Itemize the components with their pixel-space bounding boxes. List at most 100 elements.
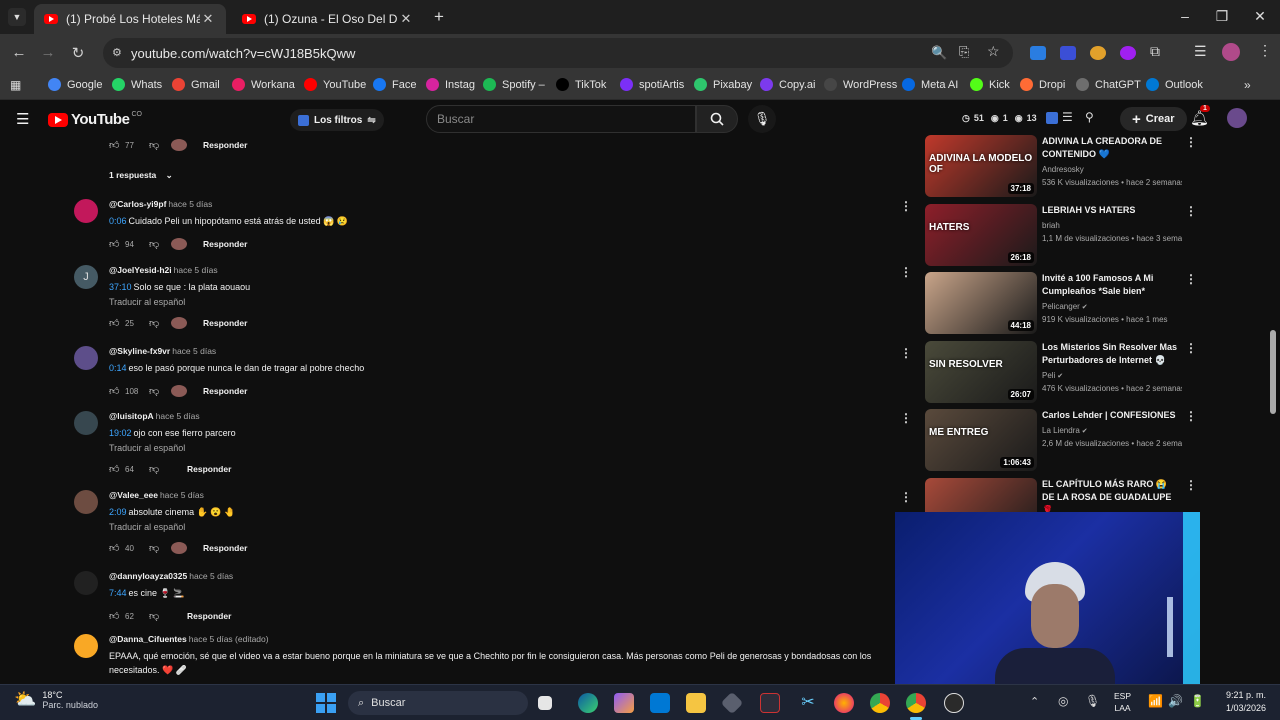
video-menu-icon[interactable]: ⋮ xyxy=(1185,478,1197,492)
translate-link[interactable]: Traducir al español xyxy=(109,297,899,307)
comment-author[interactable]: @Danna_Cifuentes xyxy=(109,634,187,644)
dislike-icon[interactable]: 👎︎ xyxy=(149,139,163,151)
restore-icon[interactable]: ❐ xyxy=(1212,8,1232,25)
comment-menu-icon[interactable]: ⋮ xyxy=(900,411,912,425)
translate-link[interactable]: Traducir al español xyxy=(109,522,899,532)
taskbar-search[interactable]: ⌕ Buscar xyxy=(348,691,528,715)
comment-author[interactable]: @Carlos-yi9pf xyxy=(109,199,166,209)
bookmark-item[interactable]: Face xyxy=(373,78,416,91)
video-thumbnail[interactable]: ADIVINA LA MODELO OF 37:18 xyxy=(925,135,1037,197)
account-avatar[interactable] xyxy=(1227,108,1247,128)
hamburger-menu-icon[interactable]: ☰ xyxy=(16,110,29,128)
related-video[interactable]: ADIVINA LA MODELO OF 37:18 ADIVINA LA CREA… xyxy=(925,135,1200,197)
comment-menu-icon[interactable]: ⋮ xyxy=(900,346,912,360)
comment-timestamp-link[interactable]: 19:02 xyxy=(109,428,132,438)
replies-toggle[interactable]: 1 respuesta ⌄ xyxy=(109,170,173,181)
bookmark-item[interactable]: spotiArtis xyxy=(620,78,684,91)
browser-tab-active[interactable]: (1) Probé Los Hoteles Más Raro ✕ xyxy=(34,4,226,34)
video-title[interactable]: ADIVINA LA CREADORA DE CONTENIDO 💙 xyxy=(1042,135,1182,161)
video-title[interactable]: Invité a 100 Famosos A Mi Cumpleaños *Sa… xyxy=(1042,272,1182,298)
related-video[interactable]: ME ENTREG 1:06:43 Carlos Lehder | CONFESIO… xyxy=(925,409,1200,471)
edge-icon[interactable] xyxy=(578,693,598,713)
comment-avatar[interactable] xyxy=(74,411,98,435)
back-icon[interactable]: ← xyxy=(9,44,29,61)
comment-avatar[interactable] xyxy=(74,571,98,595)
list-icon[interactable]: ☰ xyxy=(1062,110,1073,124)
video-title[interactable]: LEBRIAH VS HATERS xyxy=(1042,204,1182,217)
translate-link[interactable]: Traducir al español xyxy=(109,443,899,453)
weather-widget[interactable]: ⛅ 18°C Parc. nublado xyxy=(14,689,98,710)
comment-avatar[interactable] xyxy=(74,490,98,514)
apps-grid-icon[interactable]: ▦ xyxy=(10,78,21,92)
filters-button[interactable]: Los filtros ⇋ xyxy=(290,109,384,131)
video-menu-icon[interactable]: ⋮ xyxy=(1185,409,1197,423)
video-channel[interactable]: Peli ✔ xyxy=(1042,371,1182,380)
comment-time[interactable]: hace 5 días xyxy=(189,571,233,581)
comment-time[interactable]: hace 5 días (editado) xyxy=(189,634,269,644)
bookmark-star-icon[interactable]: ☆ xyxy=(987,43,1000,60)
start-button[interactable] xyxy=(316,693,336,713)
video-thumbnail[interactable]: ME ENTREG 1:06:43 xyxy=(925,409,1037,471)
comment-menu-icon[interactable]: ⋮ xyxy=(900,265,912,279)
like-icon[interactable]: 👍︎ xyxy=(109,238,121,250)
bookmark-item[interactable]: Workana xyxy=(232,78,295,91)
site-info-icon[interactable]: ⚙ xyxy=(112,46,122,59)
chrome-active-icon[interactable] xyxy=(906,693,926,713)
extension-icon[interactable] xyxy=(1060,46,1076,60)
comment-avatar[interactable] xyxy=(74,346,98,370)
comment-timestamp-link[interactable]: 2:09 xyxy=(109,507,127,517)
show-hidden-icons[interactable]: ⌃ xyxy=(1030,695,1039,708)
youtube-logo[interactable]: YouTube CO xyxy=(48,111,142,128)
notifications-button[interactable]: 🔔︎ 1 xyxy=(1190,105,1210,127)
reply-button[interactable]: Responder xyxy=(203,318,247,328)
bookmark-item[interactable]: WordPress xyxy=(824,78,897,91)
extension-icon[interactable] xyxy=(1090,46,1106,60)
video-channel[interactable]: briah xyxy=(1042,221,1182,230)
dislike-icon[interactable]: 👎︎ xyxy=(149,238,163,250)
close-tab-icon[interactable]: ✕ xyxy=(398,11,414,27)
snipping-tool-icon[interactable]: ✂ xyxy=(798,693,818,713)
task-view-icon[interactable] xyxy=(538,696,552,710)
battery-icon[interactable]: 🔋 xyxy=(1190,694,1205,708)
pin-icon[interactable]: ⚲ xyxy=(1085,110,1094,124)
bookmark-item[interactable]: Google xyxy=(48,78,102,91)
install-icon[interactable]: ⎘ xyxy=(959,44,969,60)
video-channel[interactable]: La Liendra ✔ xyxy=(1042,426,1182,435)
bookmark-item[interactable]: Instag xyxy=(426,78,475,91)
bookmark-item[interactable]: Gmail xyxy=(172,78,220,91)
chrome-icon[interactable] xyxy=(870,693,890,713)
reply-button[interactable]: Responder xyxy=(187,464,231,474)
comment-author[interactable]: @Skyline-fx9vr xyxy=(109,346,170,356)
like-icon[interactable]: 👍︎ xyxy=(109,317,121,329)
extension-icon[interactable] xyxy=(1120,46,1136,60)
comment-avatar[interactable] xyxy=(74,199,98,223)
extension-icon[interactable] xyxy=(1030,46,1046,60)
comment-timestamp-link[interactable]: 0:14 xyxy=(109,363,127,373)
extension-icon[interactable] xyxy=(1046,112,1058,124)
related-video[interactable]: SIN RESOLVER 26:07 Los Misterios Sin Resol… xyxy=(925,341,1200,403)
bookmark-item[interactable]: Outlook xyxy=(1146,78,1203,91)
create-button[interactable]: + Crear xyxy=(1120,107,1187,131)
bookmark-item[interactable]: TikTok xyxy=(556,78,606,91)
comment-time[interactable]: hace 5 días xyxy=(156,411,200,421)
comment-time[interactable]: hace 5 días xyxy=(174,265,218,275)
new-tab-button[interactable]: + xyxy=(434,7,444,27)
language-indicator[interactable]: ESP LAA xyxy=(1114,690,1131,714)
bookmark-item[interactable]: YouTube xyxy=(304,78,366,91)
video-menu-icon[interactable]: ⋮ xyxy=(1185,135,1197,149)
video-channel[interactable]: Andresosky xyxy=(1042,165,1182,174)
clock[interactable]: 9:21 p. m. 1/03/2026 xyxy=(1212,689,1266,715)
video-title[interactable]: Los Misterios Sin Resolver Mas Perturbad… xyxy=(1042,341,1182,367)
extensions-puzzle-icon[interactable]: ⧉ xyxy=(1150,43,1160,60)
like-icon[interactable]: 👍︎ xyxy=(109,463,121,475)
comment-avatar[interactable] xyxy=(74,634,98,658)
profile-avatar[interactable] xyxy=(1222,43,1240,61)
comment-time[interactable]: hace 5 días xyxy=(160,490,204,500)
related-video[interactable]: HATERS 26:18 LEBRIAH VS HATERS briah 1,1 M d… xyxy=(925,204,1200,266)
reply-button[interactable]: Responder xyxy=(203,543,247,553)
comment-timestamp-link[interactable]: 0:06 xyxy=(109,216,127,226)
app-icon[interactable] xyxy=(720,691,744,715)
forward-icon[interactable]: → xyxy=(38,44,58,61)
related-video[interactable]: 44:18 Invité a 100 Famosos A Mi Cumpleaño… xyxy=(925,272,1200,334)
dislike-icon[interactable]: 👎︎ xyxy=(149,463,163,475)
